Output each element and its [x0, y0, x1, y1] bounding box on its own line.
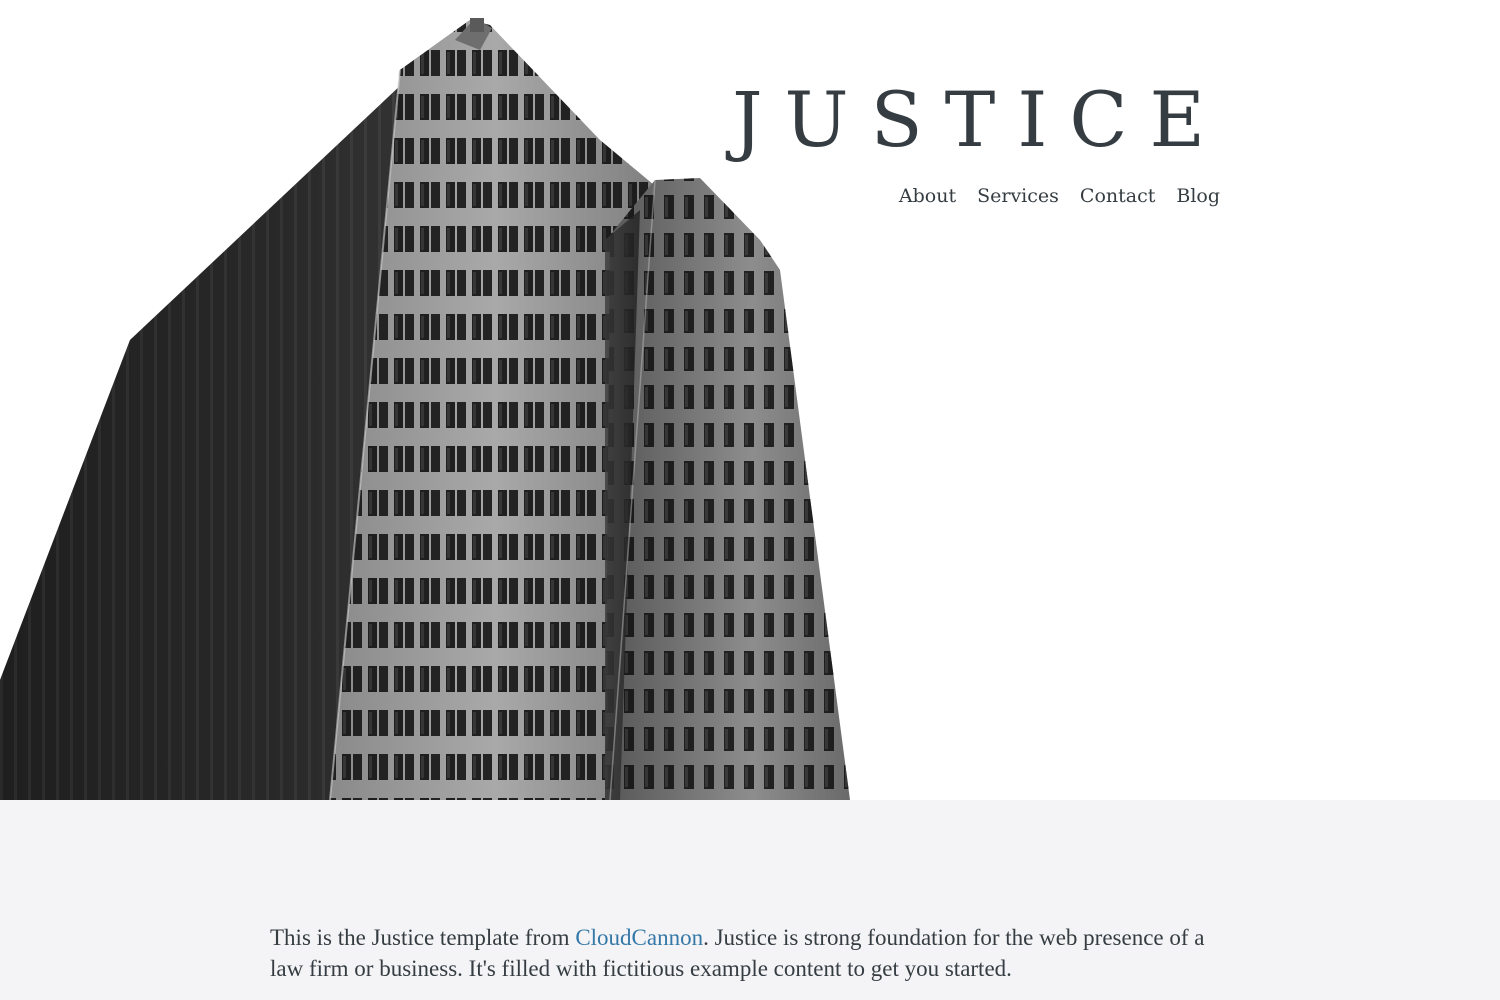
nav-link-blog[interactable]: Blog: [1176, 184, 1220, 208]
intro-text-before: This is the Justice template from: [270, 925, 576, 950]
cloudcannon-link[interactable]: CloudCannon: [575, 925, 703, 950]
main-nav: About Services Contact Blog: [899, 184, 1220, 208]
intro-paragraph: This is the Justice template from CloudC…: [270, 922, 1230, 984]
site-logo-title[interactable]: JUSTICE: [732, 82, 1227, 158]
hero-section: JUSTICE About Services Contact Blog: [0, 0, 1500, 800]
nav-link-about[interactable]: About: [899, 184, 956, 208]
building-photo: [0, 18, 850, 800]
nav-link-contact[interactable]: Contact: [1080, 184, 1155, 208]
nav-link-services[interactable]: Services: [977, 184, 1059, 208]
